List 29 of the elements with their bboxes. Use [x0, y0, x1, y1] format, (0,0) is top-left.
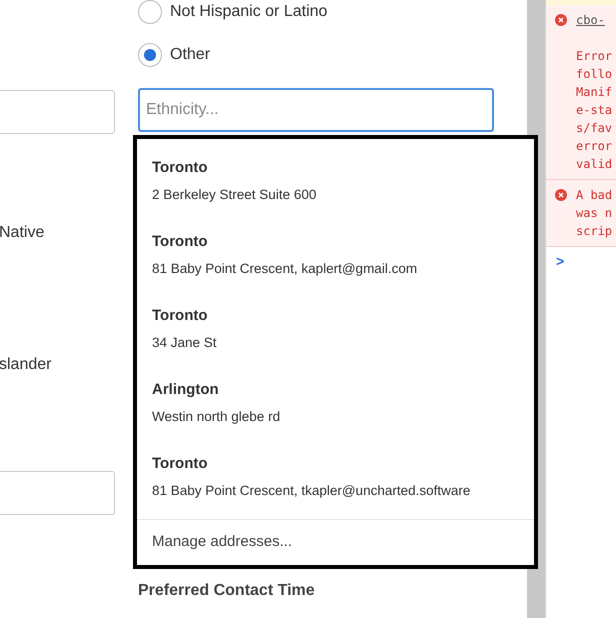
address-suggestion[interactable]: Toronto 81 Baby Point Crescent, kaplert@gmail.com: [137, 223, 534, 297]
error-icon: [555, 189, 567, 201]
address-suggestion[interactable]: Toronto 2 Berkeley Street Suite 600: [137, 149, 534, 223]
section-heading: Preferred Contact Time: [138, 581, 316, 601]
input-field[interactable]: [0, 471, 115, 515]
error-text: s/fav: [576, 120, 614, 137]
field-label: Native: [0, 223, 46, 243]
radio-label: Other: [170, 45, 210, 65]
error-text: scrip: [576, 223, 614, 240]
address-suggestion[interactable]: Toronto 81 Baby Point Crescent, tkapler@uncharted.software: [137, 445, 534, 519]
input-field[interactable]: [0, 90, 115, 134]
error-text: valid: [576, 156, 614, 173]
error-text: Error: [576, 48, 614, 65]
radio-button[interactable]: [138, 0, 162, 24]
error-text: e-sta: [576, 102, 614, 119]
ethnicity-field[interactable]: Ethnicity...: [138, 88, 494, 132]
error-text: Manif: [576, 84, 614, 101]
console-prompt[interactable]: >: [546, 247, 616, 272]
source-link[interactable]: cbo-: [576, 11, 605, 29]
address-suggestion[interactable]: Toronto 34 Jane St: [137, 297, 534, 371]
error-text: error: [576, 138, 614, 155]
error-text: A bad: [576, 187, 612, 204]
error-text: was n: [576, 205, 614, 222]
manage-addresses-link[interactable]: Manage addresses...: [137, 520, 534, 565]
error-icon: [555, 14, 567, 26]
address-suggestion[interactable]: Arlington Westin north glebe rd: [137, 371, 534, 445]
radio-button[interactable]: [138, 43, 162, 67]
radio-label: Not Hispanic or Latino: [170, 2, 328, 22]
error-text: follo: [576, 66, 614, 83]
